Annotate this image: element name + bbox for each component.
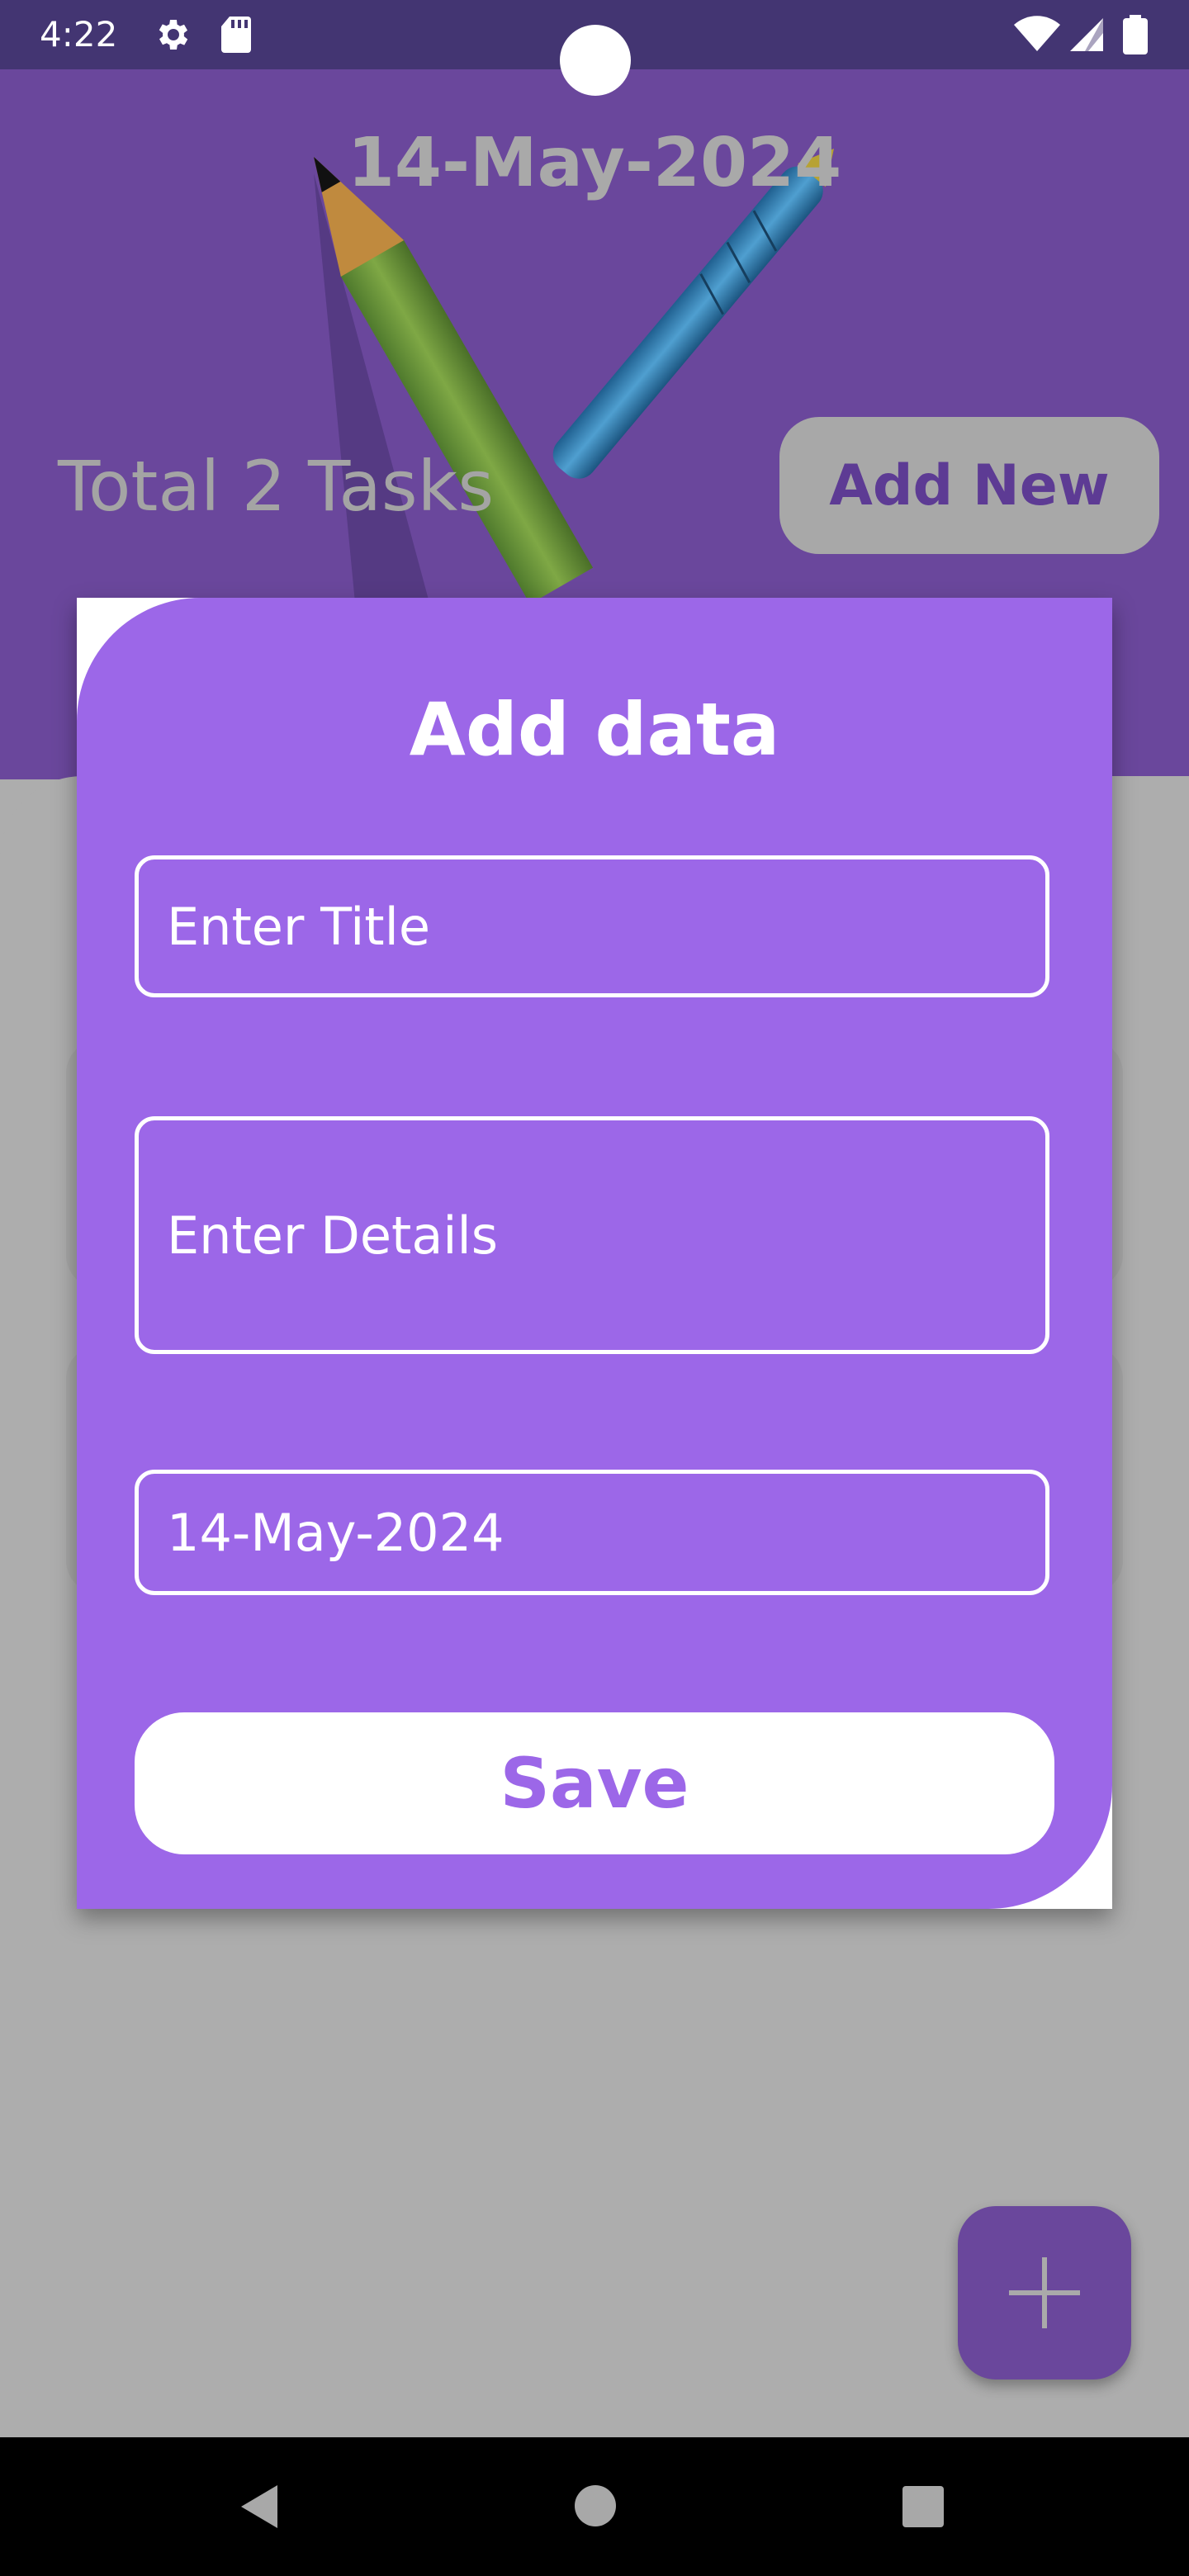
plus-icon bbox=[1009, 2257, 1080, 2328]
dialog-title: Add data bbox=[409, 687, 780, 772]
dialog-card: Add data Enter Title Enter Details 14-Ma… bbox=[77, 598, 1112, 1909]
total-tasks-label: Total 2 Tasks bbox=[58, 446, 495, 527]
details-input[interactable]: Enter Details bbox=[135, 1116, 1049, 1354]
navigation-bar bbox=[0, 2437, 1189, 2576]
wifi-icon bbox=[1014, 16, 1060, 51]
camera-cutout bbox=[560, 25, 631, 96]
date-input[interactable]: 14-May-2024 bbox=[135, 1470, 1049, 1595]
recents-icon[interactable] bbox=[902, 2485, 945, 2528]
home-icon[interactable] bbox=[573, 2484, 618, 2528]
add-data-dialog: Add data Enter Title Enter Details 14-Ma… bbox=[77, 598, 1112, 1909]
details-input-placeholder: Enter Details bbox=[167, 1205, 499, 1266]
add-task-fab[interactable] bbox=[958, 2206, 1131, 2379]
date-input-value: 14-May-2024 bbox=[167, 1502, 504, 1563]
save-button[interactable]: Save bbox=[135, 1712, 1054, 1854]
back-icon[interactable] bbox=[236, 2482, 286, 2531]
battery-icon bbox=[1123, 15, 1148, 54]
status-time: 4:22 bbox=[40, 14, 118, 54]
header-date: 14-May-2024 bbox=[347, 124, 842, 202]
sd-card-icon bbox=[221, 17, 251, 53]
gear-icon bbox=[159, 20, 188, 50]
add-new-button[interactable]: Add New bbox=[779, 417, 1159, 554]
title-input[interactable]: Enter Title bbox=[135, 855, 1049, 997]
title-input-placeholder: Enter Title bbox=[167, 896, 430, 957]
signal-icon bbox=[1070, 18, 1103, 51]
